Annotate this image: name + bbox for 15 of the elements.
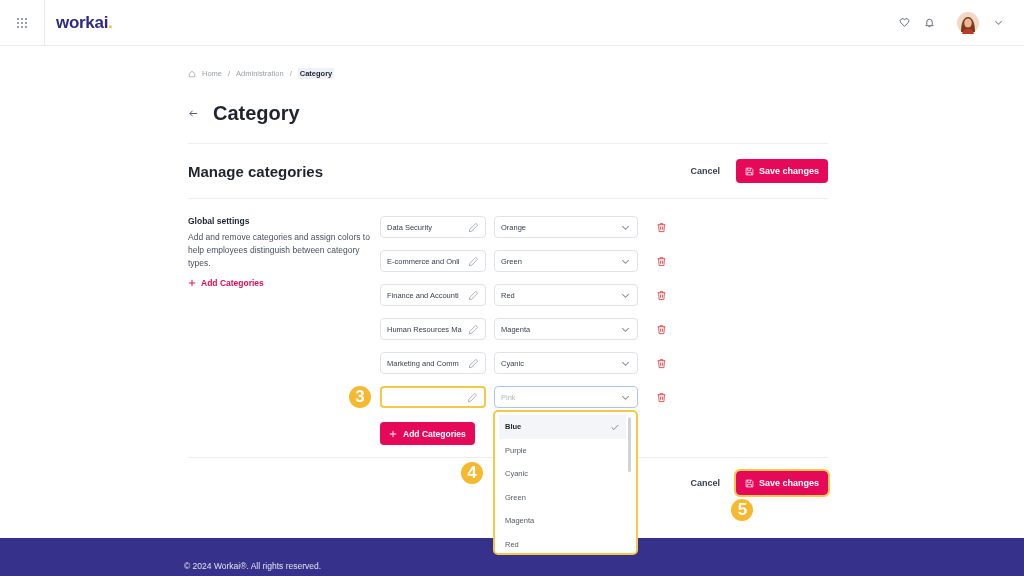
cancel-button[interactable]: Cancel [690, 166, 720, 176]
settings-heading: Global settings [188, 216, 251, 226]
cancel-button[interactable]: Cancel [690, 478, 720, 488]
settings-description: Add and remove categories and assign colors to help employees distinguish between category types. [188, 231, 371, 270]
save-changes-button[interactable]: Save changes [735, 471, 828, 495]
page-title: Category [213, 101, 300, 125]
section-title: Manage categories [188, 162, 324, 180]
add-categories-link[interactable]: Add Categories [188, 278, 264, 289]
copyright-text: © 2024 Workai®. All rights reserved. [184, 561, 322, 571]
step-badge: 5 [729, 497, 756, 523]
add-categories-button[interactable]: Add Categories [380, 422, 475, 445]
step-badge: 4 [459, 460, 485, 486]
step-badge: 3 [347, 384, 373, 410]
logo[interactable]: workai. [56, 12, 113, 33]
save-changes-button[interactable]: Save changes [735, 159, 828, 183]
